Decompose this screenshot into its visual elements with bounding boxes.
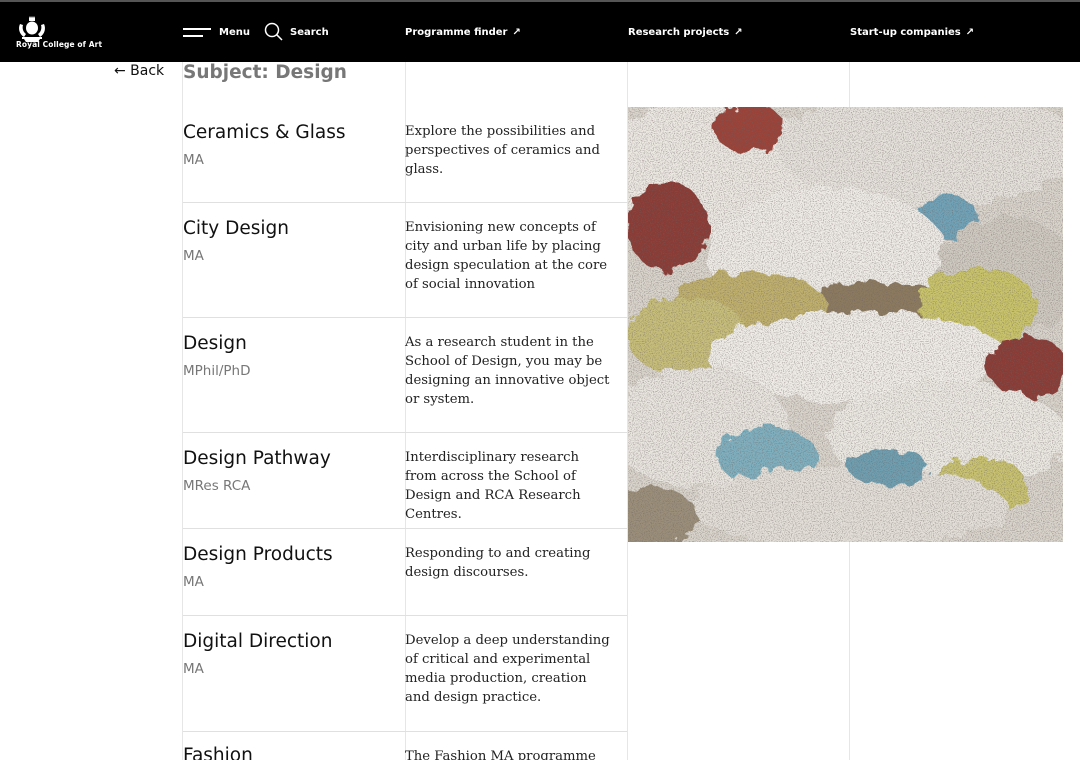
programme-finder-link[interactable]: Programme finder ↗ bbox=[405, 2, 521, 62]
programme-row[interactable]: Digital Direction MA Develop a deep unde… bbox=[183, 616, 627, 732]
programme-title[interactable]: Fashion bbox=[183, 745, 253, 760]
programme-description: Interdisciplinary research from across t… bbox=[405, 450, 581, 522]
search-button[interactable]: Search bbox=[264, 2, 329, 62]
search-icon bbox=[264, 22, 283, 41]
programme-row[interactable]: City Design MA Envisioning new concepts … bbox=[183, 203, 627, 318]
menu-label: Menu bbox=[219, 26, 250, 38]
arrow-up-right-icon: ↗ bbox=[965, 26, 975, 38]
programme-description: Envisioning new concepts of city and urb… bbox=[405, 220, 608, 292]
programme-row[interactable]: Design Pathway MRes RCA Interdisciplinar… bbox=[183, 433, 627, 529]
programme-description: Develop a deep understanding of critical… bbox=[405, 633, 610, 705]
programme-row[interactable]: Design MPhil/PhD As a research student i… bbox=[183, 318, 627, 433]
programme-description: As a research student in the School of D… bbox=[405, 335, 610, 407]
site-header: Royal College of Art Menu Search Program… bbox=[0, 0, 1080, 62]
research-projects-link[interactable]: Research projects ↗ bbox=[628, 2, 743, 62]
programme-row[interactable]: Ceramics & Glass MA Explore the possibil… bbox=[183, 107, 627, 203]
programme-row[interactable]: Design Products MA Responding to and cre… bbox=[183, 529, 627, 616]
programme-description: Responding to and creating design discou… bbox=[405, 546, 591, 580]
programme-title[interactable]: Design bbox=[183, 333, 247, 354]
programme-award: MPhil/PhD bbox=[183, 363, 251, 379]
programme-title[interactable]: Ceramics & Glass bbox=[183, 122, 346, 143]
programme-description: Explore the possibilities and perspectiv… bbox=[405, 124, 600, 177]
programme-award: MA bbox=[183, 661, 204, 677]
programme-award: MA bbox=[183, 152, 204, 168]
programme-award: MA bbox=[183, 574, 204, 590]
programme-award: MRes RCA bbox=[183, 478, 251, 494]
programme-description: The Fashion MA programme bbox=[405, 749, 596, 760]
arrow-up-right-icon: ↗ bbox=[734, 26, 743, 38]
programme-row[interactable]: Fashion The Fashion MA programme bbox=[183, 732, 627, 760]
start-up-companies-link[interactable]: Start-up companies ↗ bbox=[850, 2, 974, 62]
nav-link-label: Research projects bbox=[628, 26, 730, 38]
page-title: Subject: Design bbox=[183, 62, 347, 83]
back-link[interactable]: ← Back bbox=[114, 63, 164, 79]
nav-link-label: Start-up companies bbox=[850, 26, 961, 38]
programme-title[interactable]: Digital Direction bbox=[183, 631, 332, 652]
search-label: Search bbox=[290, 26, 329, 38]
programme-title[interactable]: City Design bbox=[183, 218, 289, 239]
logo-text: Royal College of Art bbox=[16, 40, 103, 49]
programme-title[interactable]: Design Pathway bbox=[183, 448, 331, 469]
ceramics-image bbox=[628, 107, 1063, 542]
nav-link-label: Programme finder bbox=[405, 26, 508, 38]
crest-icon bbox=[19, 16, 45, 42]
menu-button[interactable]: Menu bbox=[183, 2, 250, 62]
arrow-up-right-icon: ↗ bbox=[512, 26, 521, 38]
programme-award: MA bbox=[183, 248, 204, 264]
rca-logo[interactable]: Royal College of Art bbox=[16, 16, 106, 52]
menu-icon bbox=[183, 26, 211, 38]
programme-title[interactable]: Design Products bbox=[183, 544, 333, 565]
